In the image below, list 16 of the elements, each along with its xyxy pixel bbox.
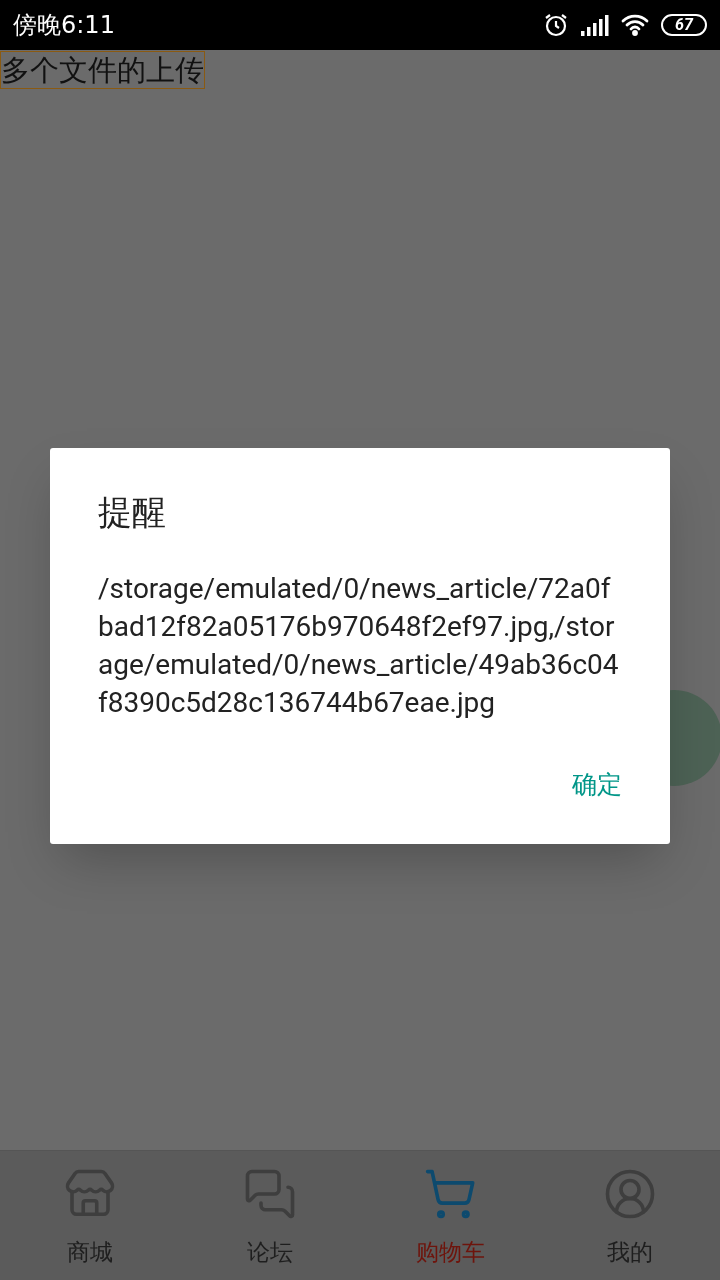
nav-tab[interactable]: 论坛 [180,1151,360,1280]
dialog-message: /storage/emulated/0/news_article/72a0fbad12f82a05176b970648f2ef97.jpg,/storage/emulated/0/news_article/49ab36c04f8390c5d28c136744b67eae.jpg [98,571,620,721]
wifi-icon [621,14,649,36]
signal-icon [581,14,609,36]
nav-tab[interactable]: 购物车 [360,1151,540,1280]
battery-indicator: 67 [661,14,707,36]
shopping-cart-icon [423,1167,477,1221]
chat-bubbles-icon [243,1167,297,1221]
user-icon [603,1167,657,1221]
dialog-title: 提醒 [98,491,167,534]
alarm-icon [543,12,569,38]
nav-tab[interactable]: 我的 [540,1151,720,1280]
confirm-button[interactable]: 确定 [564,762,630,808]
page-title: 多个文件的上传 [0,51,205,89]
status-time: 傍晚6:11 [13,10,115,41]
nav-tab[interactable]: 商城 [0,1151,180,1280]
